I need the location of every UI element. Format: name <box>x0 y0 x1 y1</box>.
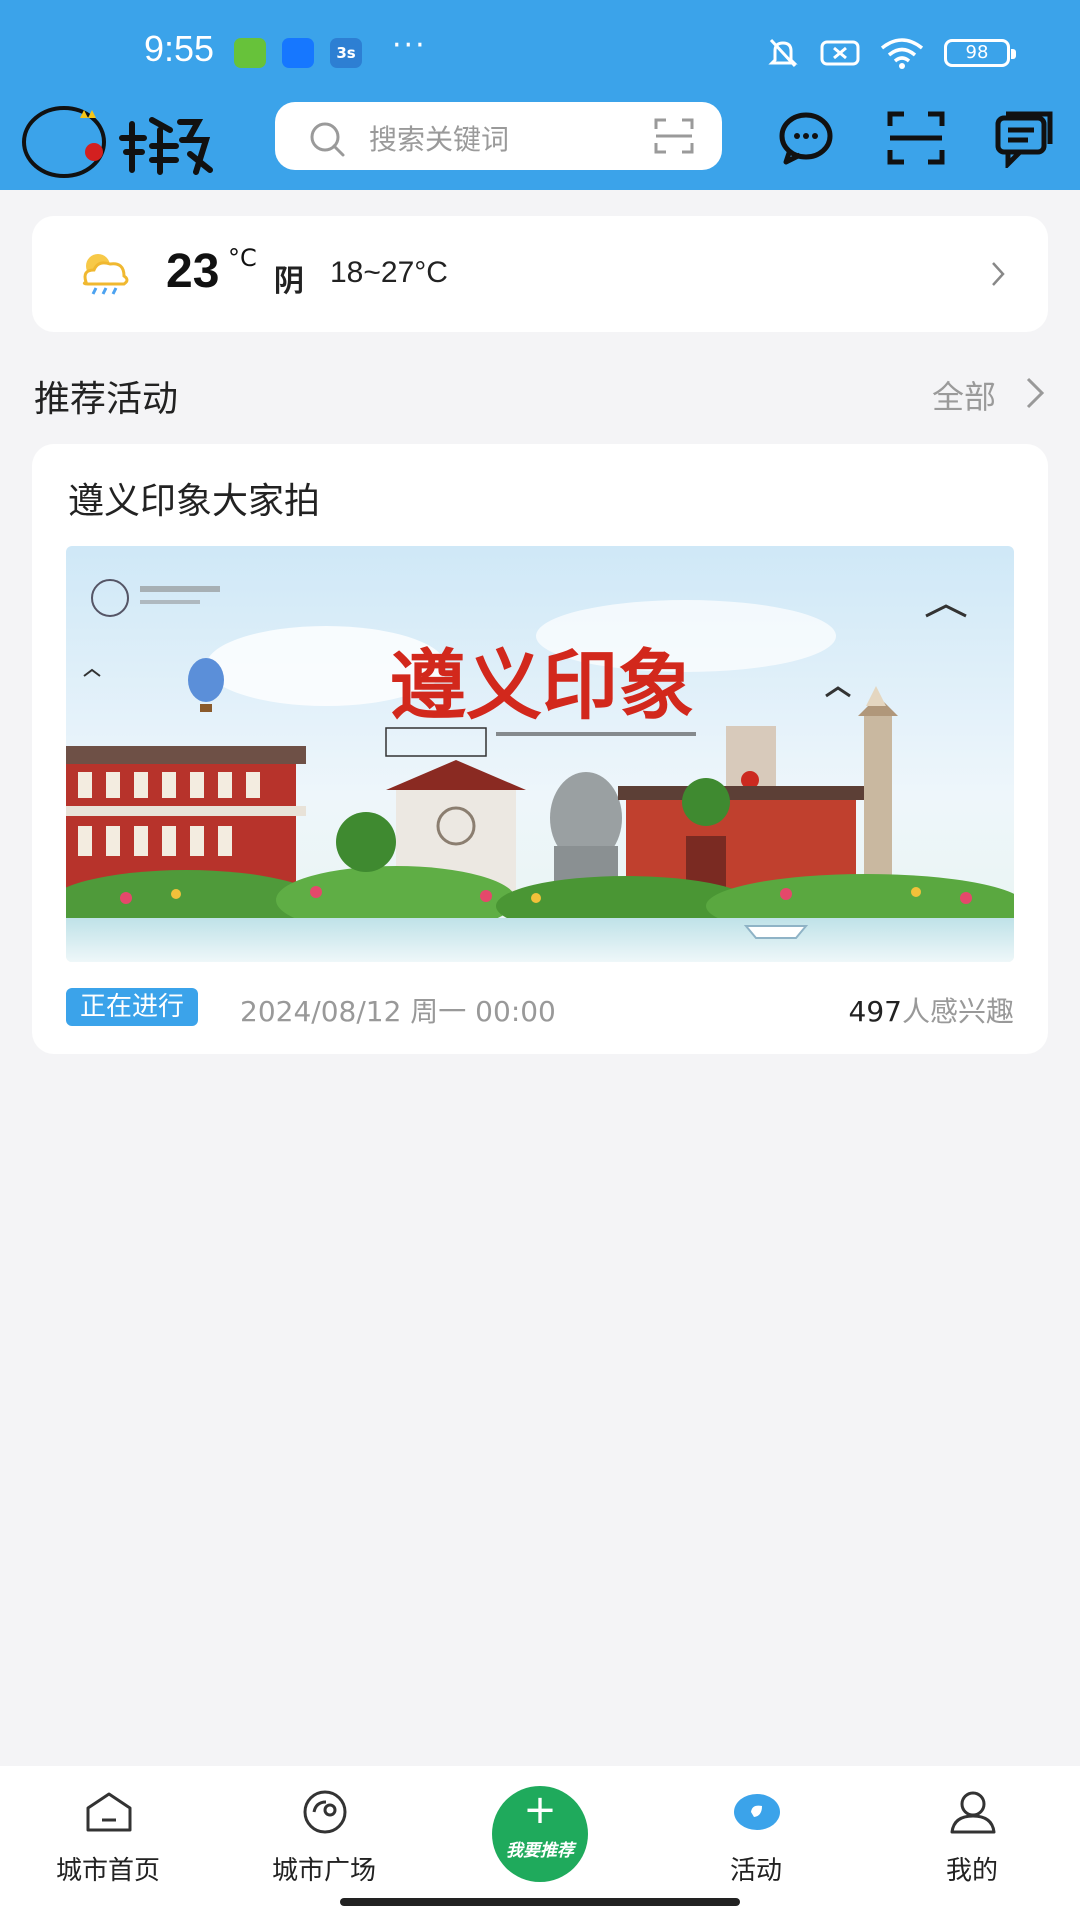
cloudy-rain-icon <box>82 254 129 295</box>
status-time: 9:55 <box>144 28 215 69</box>
chevron-right-icon[interactable] <box>1024 376 1046 410</box>
battery-indicator: 98 <box>944 39 1016 67</box>
search-input[interactable]: 搜索关键词 <box>275 102 722 170</box>
nav-label: 活动 <box>729 1856 782 1886</box>
chat-notification-icon <box>282 38 314 68</box>
nav-label: 城市首页 <box>55 1856 160 1886</box>
activity-banner-image[interactable]: 遵义印象 <box>66 546 1014 962</box>
nav-post-label: 我要推荐 <box>506 1841 574 1861</box>
nav-mine[interactable]: 我的 <box>872 1766 1072 1896</box>
app-notification-icon <box>234 38 266 68</box>
no-sim-icon <box>820 40 860 66</box>
search-placeholder: 搜索关键词 <box>369 123 510 156</box>
interest-count: 497人感兴趣 <box>849 990 1014 1030</box>
mute-bell-icon <box>768 38 798 68</box>
weather-card[interactable]: 23 °C 阴 18~27°C <box>32 216 1048 332</box>
scan-qr-icon[interactable] <box>886 108 946 168</box>
scan-icon[interactable] <box>654 118 694 154</box>
view-all-link[interactable]: 全部 <box>932 372 996 418</box>
nav-city-plaza[interactable]: 城市广场 <box>224 1766 424 1896</box>
nav-city-home[interactable]: 城市首页 <box>8 1766 208 1896</box>
app-bar: 搜索关键词 <box>0 94 1080 190</box>
nav-activity[interactable]: 活动 <box>656 1766 856 1896</box>
activity-card[interactable]: 遵义印象大家拍 遵义印象 正在进行 2024/08/12 周一 00:00 49… <box>32 444 1048 1054</box>
section-title: 推荐活动 <box>34 379 179 420</box>
nav-label: 我的 <box>945 1856 998 1886</box>
more-notifications-icon: ··· <box>392 28 427 63</box>
status-bar: 9:55 3s ··· 98 <box>0 0 1080 100</box>
app-logo[interactable] <box>20 100 230 180</box>
home-indicator[interactable] <box>340 1898 740 1906</box>
activity-date: 2024/08/12 周一 00:00 <box>240 995 556 1028</box>
plaza-icon <box>303 1790 347 1834</box>
plus-icon: + <box>523 1787 557 1833</box>
weather-temperature: 23 <box>166 245 220 298</box>
message-icon[interactable] <box>994 108 1054 168</box>
wifi-icon <box>880 38 924 69</box>
chevron-right-icon <box>992 262 1005 286</box>
home-icon <box>86 1792 132 1832</box>
notification-badge-icon: 3s <box>330 38 362 68</box>
weather-condition: 阴 <box>274 264 304 299</box>
search-icon <box>310 122 345 157</box>
status-badge: 正在进行 <box>66 988 199 1026</box>
interest-number: 497 <box>848 995 902 1028</box>
interest-label: 人感兴趣 <box>901 995 1014 1028</box>
status-indicators: 98 <box>766 36 1016 70</box>
bottom-nav: 城市首页 城市广场 + 我要推荐 活动 我的 <box>0 1766 1080 1920</box>
banner-title: 遵义印象 <box>390 641 694 730</box>
nav-label: 城市广场 <box>271 1856 376 1886</box>
user-icon <box>950 1791 996 1834</box>
weather-unit: °C <box>228 244 257 272</box>
activity-icon <box>734 1794 780 1830</box>
activity-title: 遵义印象大家拍 <box>68 481 321 522</box>
app-header: 9:55 3s ··· 98 搜索关键词 <box>0 0 1080 190</box>
weather-range: 18~27°C <box>330 256 448 289</box>
recommend-post-button[interactable]: + 我要推荐 <box>492 1786 588 1882</box>
chat-bubble-icon[interactable] <box>776 108 836 168</box>
